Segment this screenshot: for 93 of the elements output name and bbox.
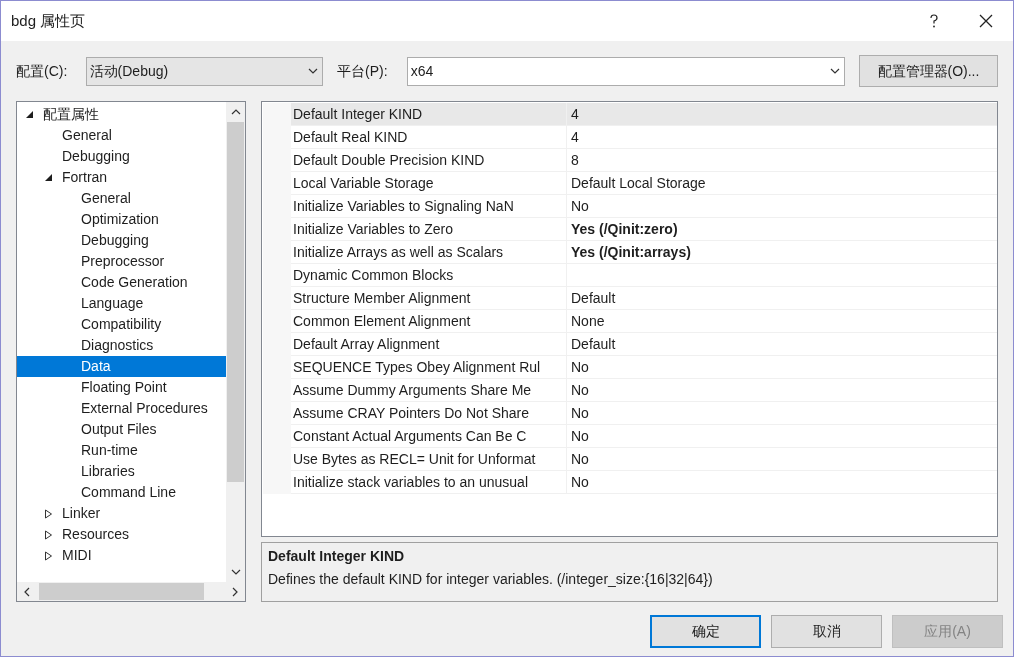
property-name: Initialize Variables to Zero (291, 218, 567, 240)
tree-item[interactable]: MIDI (17, 545, 226, 566)
property-name: Structure Member Alignment (291, 287, 567, 309)
property-value: No (570, 403, 590, 423)
vertical-scrollbar[interactable] (226, 102, 245, 582)
close-icon[interactable] (979, 14, 993, 28)
property-name: Assume Dummy Arguments Share Me (291, 379, 567, 401)
property-name: Common Element Alignment (291, 310, 567, 332)
tree-item[interactable]: Output Files (17, 419, 226, 440)
config-dropdown[interactable]: 活动(Debug) (85, 56, 324, 86)
property-name: Local Variable Storage (291, 172, 567, 194)
tree-item[interactable]: External Procedures (17, 398, 226, 419)
property-row[interactable]: Default Integer KIND 4 (291, 103, 997, 126)
expanded-triangle-icon[interactable] (25, 110, 34, 119)
property-value: 4 (570, 104, 580, 124)
property-name: Dynamic Common Blocks (291, 264, 567, 286)
property-value: No (570, 357, 590, 377)
tree-item[interactable]: Language (17, 293, 226, 314)
tree-item[interactable]: Fortran (17, 167, 226, 188)
property-value: Yes (/Qinit:zero) (570, 219, 679, 239)
property-name: Initialize Variables to Signaling NaN (291, 195, 567, 217)
property-row[interactable]: Local Variable Storage Default Local Storage (291, 172, 997, 195)
tree-item[interactable]: Command Line (17, 482, 226, 503)
tree-item[interactable]: Optimization (17, 209, 226, 230)
property-row[interactable]: Assume CRAY Pointers Do Not Share No (291, 402, 997, 425)
platform-label: 平台(P): (337, 61, 389, 81)
property-name: Default Real KIND (291, 126, 567, 148)
tree-item[interactable]: General (17, 188, 226, 209)
property-name: Default Integer KIND (291, 103, 567, 125)
property-value: 8 (570, 150, 580, 170)
property-value: No (570, 426, 590, 446)
property-row[interactable]: Dynamic Common Blocks (291, 264, 997, 287)
property-value: No (570, 472, 590, 492)
help-icon[interactable] (929, 14, 939, 28)
description-title: Default Integer KIND (268, 547, 406, 566)
tree-item[interactable]: Diagnostics (17, 335, 226, 356)
tree-item[interactable]: Resources (17, 524, 226, 545)
property-value: Default (570, 334, 617, 354)
expanded-triangle-icon[interactable] (44, 173, 53, 182)
property-value: Default (570, 288, 617, 308)
property-row[interactable]: SEQUENCE Types Obey Alignment Rul No (291, 356, 997, 379)
dialog-button[interactable]: 取消 (771, 615, 882, 648)
tree-item[interactable]: Floating Point (17, 377, 226, 398)
tree-item[interactable]: Preprocessor (17, 251, 226, 272)
property-row[interactable]: Assume Dummy Arguments Share Me No (291, 379, 997, 402)
tree-item[interactable]: Compatibility (17, 314, 226, 335)
property-value: 4 (570, 127, 580, 147)
property-row[interactable]: Structure Member Alignment Default (291, 287, 997, 310)
property-value: No (570, 380, 590, 400)
property-name: SEQUENCE Types Obey Alignment Rul (291, 356, 567, 378)
property-value: None (570, 311, 606, 331)
property-name: Initialize stack variables to an unusual (291, 471, 567, 493)
tree-item[interactable]: General (17, 125, 226, 146)
property-row[interactable]: Default Double Precision KIND 8 (291, 149, 997, 172)
tree-item[interactable]: Debugging (17, 230, 226, 251)
platform-dropdown[interactable]: x64 (406, 56, 845, 86)
tree-item[interactable]: Code Generation (17, 272, 226, 293)
property-value: Yes (/Qinit:arrays) (570, 242, 692, 262)
window-title: bdg 属性页 (11, 10, 86, 31)
property-value: Default Local Storage (570, 173, 707, 193)
tree-item[interactable]: Debugging (17, 146, 226, 167)
tree-item[interactable]: 配置属性 (17, 104, 226, 125)
property-row[interactable]: Common Element Alignment None (291, 310, 997, 333)
tree-item[interactable]: Libraries (17, 461, 226, 482)
dialog-button[interactable]: 确定 (650, 615, 761, 648)
tree-item[interactable]: Linker (17, 503, 226, 524)
property-name: Use Bytes as RECL= Unit for Unformat (291, 448, 567, 470)
property-value: No (570, 449, 590, 469)
property-row[interactable]: Initialize Variables to Signaling NaN No (291, 195, 997, 218)
property-row[interactable]: Use Bytes as RECL= Unit for Unformat No (291, 448, 997, 471)
config-manager-button[interactable]: 配置管理器(O)... (858, 55, 998, 87)
tree-item[interactable]: Data (17, 356, 226, 377)
description-text: Defines the default KIND for integer variables. (/integer_size:{16|32|64}) (268, 570, 714, 589)
property-row[interactable]: Constant Actual Arguments Can Be C No (291, 425, 997, 448)
scrollbar-thumb[interactable] (227, 122, 244, 482)
property-name: Default Array Alignment (291, 333, 567, 355)
property-value: No (570, 196, 590, 216)
tree-item[interactable]: Run-time (17, 440, 226, 461)
property-name: Constant Actual Arguments Can Be C (291, 425, 567, 447)
collapsed-triangle-icon[interactable] (44, 508, 53, 519)
property-row[interactable]: Initialize stack variables to an unusual No (291, 471, 997, 494)
collapsed-triangle-icon[interactable] (44, 529, 53, 540)
property-row[interactable]: Default Real KIND 4 (291, 126, 997, 149)
config-label: 配置(C): (16, 61, 69, 81)
horizontal-scrollbar[interactable] (17, 582, 245, 601)
property-row[interactable]: Initialize Variables to Zero Yes (/Qinit:zero) (291, 218, 997, 241)
property-row[interactable]: Initialize Arrays as well as Scalars Yes (/Qinit:arrays) (291, 241, 997, 264)
property-row[interactable]: Default Array Alignment Default (291, 333, 997, 356)
collapsed-triangle-icon[interactable] (44, 550, 53, 561)
property-name: Assume CRAY Pointers Do Not Share (291, 402, 567, 424)
property-name: Initialize Arrays as well as Scalars (291, 241, 567, 263)
scrollbar-thumb[interactable] (39, 583, 204, 600)
property-name: Default Double Precision KIND (291, 149, 567, 171)
